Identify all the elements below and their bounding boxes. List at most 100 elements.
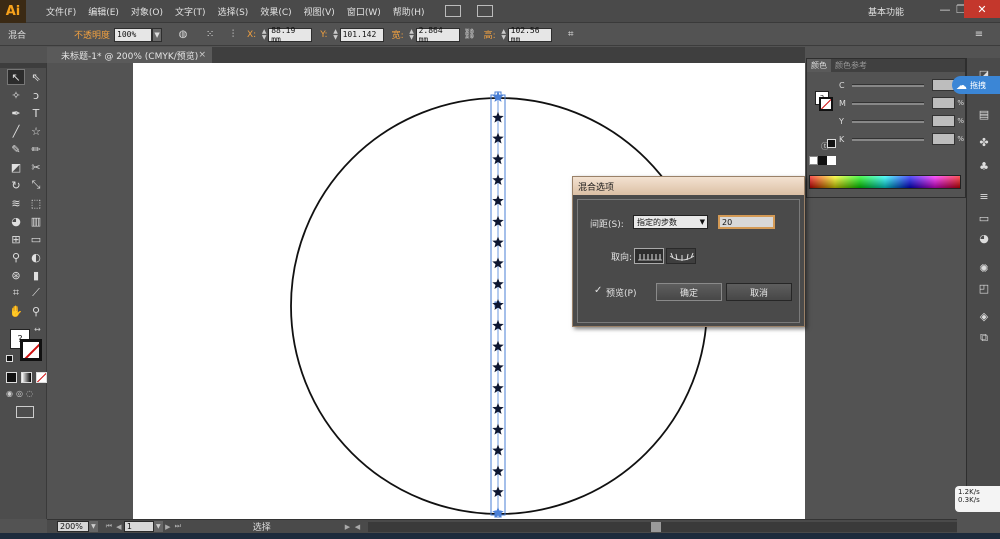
swap-fill-stroke-icon[interactable]: ↔ bbox=[34, 325, 41, 334]
paintbrush-tool-icon[interactable]: ✎ bbox=[7, 141, 25, 157]
screen-mode-icon[interactable] bbox=[16, 406, 34, 418]
panel-stroke-swatch[interactable] bbox=[819, 97, 833, 111]
magic-wand-tool-icon[interactable]: ✧ bbox=[7, 87, 25, 103]
shape-builder-tool-icon[interactable]: ◕ bbox=[7, 213, 25, 229]
tab-color[interactable]: 颜色 bbox=[807, 59, 831, 72]
channel-m-slider[interactable] bbox=[852, 101, 925, 105]
perspective-grid-tool-icon[interactable]: ▥ bbox=[27, 213, 45, 229]
baidu-drag-widget[interactable]: ☁ 拖拽 bbox=[952, 76, 1000, 94]
height-input[interactable]: 102.56 mm bbox=[507, 26, 552, 44]
panel-black-swatch[interactable] bbox=[827, 139, 836, 148]
link-icon[interactable]: ⛓ bbox=[463, 28, 477, 42]
scissors-tool-icon[interactable]: ✂ bbox=[27, 159, 45, 175]
color-mode-icon[interactable] bbox=[6, 372, 17, 383]
workspace-switcher[interactable]: 基本功能 bbox=[868, 5, 904, 18]
layers-icon[interactable]: ◈ bbox=[976, 308, 992, 324]
menu-edit[interactable]: 编辑(E) bbox=[82, 5, 125, 18]
channel-c-row[interactable]: C % bbox=[839, 79, 964, 91]
menu-help[interactable]: 帮助(H) bbox=[387, 5, 431, 18]
transform-icon[interactable]: ⌗ bbox=[564, 28, 578, 42]
align-to-page-button[interactable] bbox=[634, 248, 664, 264]
star-tool-icon[interactable]: ☆ bbox=[27, 123, 45, 139]
blend-tool-icon[interactable]: ◐ bbox=[27, 249, 45, 265]
warp-tool-icon[interactable]: ≋ bbox=[7, 195, 25, 211]
first-artboard-icon[interactable]: ⏮ bbox=[104, 522, 114, 531]
align-to-path-button[interactable] bbox=[666, 248, 696, 264]
document-tab[interactable]: 未标题-1* @ 200% (CMYK/预览) × bbox=[47, 47, 212, 63]
channel-m-row[interactable]: M % bbox=[839, 97, 964, 109]
zoom-tool-icon[interactable]: ⚲ bbox=[27, 303, 45, 319]
artboard-tool-icon[interactable]: ⌗ bbox=[7, 285, 25, 301]
zoom-field[interactable]: 200% bbox=[57, 521, 89, 532]
symbols-icon[interactable]: ♣ bbox=[976, 158, 992, 174]
width-stepper[interactable]: ▲ ▼ bbox=[408, 28, 416, 42]
slice-tool-icon[interactable]: ⟋ bbox=[27, 285, 45, 301]
cancel-button[interactable]: 取消 bbox=[726, 283, 792, 301]
line-tool-icon[interactable]: ╱ bbox=[7, 123, 25, 139]
menu-select[interactable]: 选择(S) bbox=[212, 5, 255, 18]
last-artboard-icon[interactable]: ⏭ bbox=[173, 522, 183, 531]
gradient-tool-icon[interactable]: ▭ bbox=[27, 231, 45, 247]
tab-color-guide[interactable]: 颜色参考 bbox=[831, 59, 871, 72]
eraser-tool-icon[interactable]: ◩ bbox=[7, 159, 25, 175]
menu-window[interactable]: 窗口(W) bbox=[341, 5, 387, 18]
channel-y-row[interactable]: Y % bbox=[839, 115, 964, 127]
stroke-icon[interactable]: ≡ bbox=[976, 188, 992, 204]
mesh-tool-icon[interactable]: ⊞ bbox=[7, 231, 25, 247]
opacity-label[interactable]: 不透明度 bbox=[70, 28, 114, 41]
selection-tool-icon[interactable]: ↖ bbox=[7, 69, 25, 85]
menu-view[interactable]: 视图(V) bbox=[298, 5, 341, 18]
preview-checkbox[interactable]: ✓ bbox=[594, 286, 604, 296]
draw-mode-icon[interactable]: ◉◎◌ bbox=[6, 389, 46, 400]
zoom-dropdown-icon[interactable]: ▼ bbox=[88, 521, 98, 532]
align-icon[interactable]: ⫶ bbox=[226, 28, 240, 42]
close-tab-icon[interactable]: × bbox=[198, 50, 206, 60]
menu-type[interactable]: 文字(T) bbox=[169, 5, 212, 18]
height-stepper[interactable]: ▲ ▼ bbox=[500, 28, 508, 42]
spacing-select[interactable]: 指定的步数 ▼ bbox=[633, 215, 708, 229]
column-graph-tool-icon[interactable]: ▮ bbox=[27, 267, 45, 283]
status-menu-icon[interactable]: ▶ bbox=[343, 523, 353, 531]
symbol-sprayer-tool-icon[interactable]: ⊛ bbox=[7, 267, 25, 283]
channel-k-input[interactable] bbox=[932, 133, 956, 145]
channel-m-input[interactable] bbox=[932, 97, 956, 109]
artboard-number-field[interactable]: 1 bbox=[123, 521, 154, 532]
prev-artboard-icon[interactable]: ◀ bbox=[114, 523, 124, 531]
scroll-left-icon[interactable]: ◀ bbox=[352, 523, 362, 531]
channel-y-slider[interactable] bbox=[852, 119, 925, 123]
panel-white-swatch[interactable] bbox=[827, 156, 836, 165]
stroke-swatch[interactable] bbox=[20, 339, 42, 361]
panel-none-swatch[interactable] bbox=[809, 156, 818, 165]
preview-label[interactable]: 预览(P) bbox=[606, 286, 636, 299]
pen-tool-icon[interactable]: ✒ bbox=[7, 105, 25, 121]
artboard-dropdown-icon[interactable]: ▼ bbox=[153, 521, 163, 532]
direct-selection-tool-icon[interactable]: ⇖ bbox=[27, 69, 45, 85]
gradient-mode-icon[interactable] bbox=[21, 372, 32, 383]
y-input[interactable]: 101.142 bbox=[339, 27, 384, 42]
horizontal-scroll-thumb[interactable] bbox=[651, 521, 662, 532]
scale-tool-icon[interactable]: ⤡ bbox=[27, 177, 45, 193]
type-tool-icon[interactable]: T bbox=[27, 105, 45, 121]
arrange-documents-icon[interactable] bbox=[476, 5, 493, 17]
artboards-icon[interactable]: ⧉ bbox=[976, 330, 992, 346]
channel-y-input[interactable] bbox=[932, 115, 956, 127]
x-stepper[interactable]: ▲ ▼ bbox=[260, 28, 268, 42]
transparency-icon[interactable]: ◕ bbox=[976, 230, 992, 246]
pencil-tool-icon[interactable]: ✏ bbox=[27, 141, 45, 157]
chevron-down-icon[interactable]: ▼ bbox=[152, 27, 163, 42]
graphic-styles-icon[interactable]: ◰ bbox=[976, 280, 992, 296]
close-window-icon[interactable]: ✕ bbox=[964, 0, 1000, 18]
panel-black-small-swatch[interactable] bbox=[818, 156, 827, 165]
lasso-tool-icon[interactable]: ↄ bbox=[27, 87, 45, 103]
steps-input[interactable]: 20 bbox=[718, 215, 775, 229]
free-transform-tool-icon[interactable]: ⬚ bbox=[27, 195, 45, 211]
width-input[interactable]: 2.864 mm bbox=[415, 26, 460, 44]
color-spectrum[interactable] bbox=[809, 175, 961, 189]
recolor-icon[interactable]: ◍ bbox=[176, 28, 190, 42]
color-guide-icon[interactable]: ▤ bbox=[976, 106, 992, 122]
hand-tool-icon[interactable]: ✋ bbox=[7, 303, 25, 319]
panel-menu-icon[interactable]: ≡ bbox=[972, 28, 986, 42]
channel-c-slider[interactable] bbox=[852, 83, 925, 87]
channel-k-slider[interactable] bbox=[852, 137, 925, 141]
menu-object[interactable]: 对象(O) bbox=[125, 5, 169, 18]
